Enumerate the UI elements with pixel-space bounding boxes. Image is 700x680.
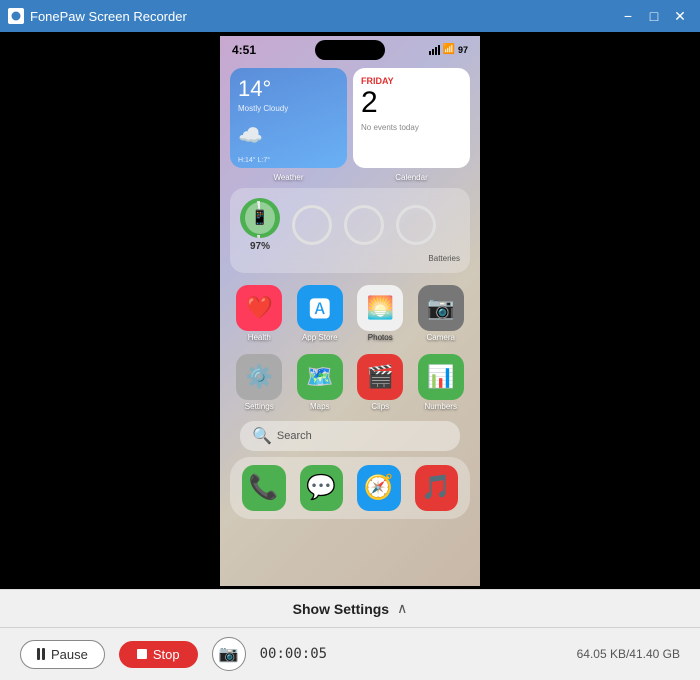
stop-button[interactable]: Stop [119, 641, 198, 668]
camera-icon: 📷 [418, 285, 464, 331]
health-label: Health [248, 333, 271, 342]
camera-label: Camera [427, 333, 455, 342]
battery-icons-row: 📱 97% [240, 198, 460, 252]
battery-percentage: 97% [250, 241, 270, 252]
dynamic-island [315, 40, 385, 60]
window-controls: − □ ✕ [616, 5, 692, 27]
settings-label: Settings [245, 402, 274, 411]
calendar-widget[interactable]: FRIDAY 2 No events today [353, 68, 470, 168]
pause-label: Pause [51, 647, 88, 662]
screenshot-button[interactable]: 📷 [212, 637, 246, 671]
phone-screen: 4:51 📶 97 14° Mostly Cloudy [220, 36, 480, 586]
battery-item-4 [396, 205, 436, 245]
status-time: 4:51 [232, 43, 256, 57]
main-content: 4:51 📶 97 14° Mostly Cloudy [0, 32, 700, 680]
status-right: 📶 97 [429, 44, 468, 55]
signal-bars-icon [429, 45, 440, 55]
app-item-settings[interactable]: ⚙️ Settings [232, 354, 287, 411]
numbers-label: Numbers [425, 402, 457, 411]
chevron-up-icon: ∧ [397, 600, 407, 617]
battery-status: 97 [458, 45, 468, 55]
app-grid-row1: ❤️ Health 🅰 App Store 🌅 Photos 📷 Camera [220, 279, 480, 348]
app-item-health[interactable]: ❤️ Health [232, 285, 287, 342]
controls-bar: Pause Stop 📷 00:00:05 64.05 KB/41.40 GB [0, 628, 700, 680]
maps-icon: 🗺️ [297, 354, 343, 400]
status-bar: 4:51 📶 97 [220, 36, 480, 64]
calendar-date: 2 [361, 86, 462, 119]
weather-widget-label: Weather [230, 173, 347, 182]
stop-label: Stop [153, 647, 180, 662]
appstore-label: App Store [302, 333, 338, 342]
pause-button[interactable]: Pause [20, 640, 105, 669]
maximize-button[interactable]: □ [642, 5, 666, 27]
weather-widget[interactable]: 14° Mostly Cloudy ☁️ H:14° L:7° [230, 68, 347, 168]
battery-circle-inner: 📱 [245, 202, 275, 234]
maps-label: Maps [310, 402, 330, 411]
weather-range: H:14° L:7° [238, 157, 270, 164]
battery-circle-empty-4 [396, 205, 436, 245]
widgets-row: 14° Mostly Cloudy ☁️ H:14° L:7° FRIDAY 2… [220, 64, 480, 172]
battery-item-3 [344, 205, 384, 245]
calendar-events: No events today [361, 123, 462, 132]
minimize-button[interactable]: − [616, 5, 640, 27]
dock: 📞 💬 🧭 🎵 [230, 457, 470, 519]
window-title: FonePaw Screen Recorder [30, 9, 187, 24]
pause-icon [37, 648, 45, 660]
photos-label: Photos [368, 333, 393, 342]
clips-icon: 🎬 [357, 354, 403, 400]
calendar-day: FRIDAY [361, 76, 462, 86]
dock-safari-icon[interactable]: 🧭 [357, 465, 401, 511]
app-icon [8, 8, 24, 24]
clips-label: Clips [371, 402, 389, 411]
app-item-maps[interactable]: 🗺️ Maps [293, 354, 348, 411]
battery-circle-active: 📱 [240, 198, 280, 238]
title-bar: FonePaw Screen Recorder − □ ✕ [0, 0, 700, 32]
battery-item-phone: 📱 97% [240, 198, 280, 252]
appstore-icon: 🅰 [297, 285, 343, 331]
weather-temp: 14° [238, 76, 339, 102]
search-text: Search [277, 430, 312, 442]
dock-music-icon[interactable]: 🎵 [415, 465, 459, 511]
battery-widget: 📱 97% Batteries [230, 188, 470, 273]
battery-widget-label: Batteries [240, 254, 460, 263]
bottom-panel: Show Settings ∧ Pause Stop 📷 00:00:05 64… [0, 589, 700, 680]
search-icon: 🔍 [252, 426, 272, 446]
dock-phone-icon[interactable]: 📞 [242, 465, 286, 511]
app-item-photos[interactable]: 🌅 Photos [353, 285, 408, 342]
battery-circle-empty-3 [344, 205, 384, 245]
phone-screen-container: 4:51 📶 97 14° Mostly Cloudy [0, 32, 700, 589]
app-grid-row2: ⚙️ Settings 🗺️ Maps 🎬 Clips 📊 Numbers [220, 348, 480, 417]
app-item-numbers[interactable]: 📊 Numbers [414, 354, 469, 411]
numbers-icon: 📊 [418, 354, 464, 400]
widget-labels: Weather Calendar [220, 173, 480, 182]
search-bar[interactable]: 🔍 Search [240, 421, 460, 451]
wifi-icon: 📶 [443, 44, 455, 55]
calendar-widget-label: Calendar [353, 173, 470, 182]
weather-desc: Mostly Cloudy [238, 104, 339, 113]
app-item-clips[interactable]: 🎬 Clips [353, 354, 408, 411]
close-button[interactable]: ✕ [668, 5, 692, 27]
battery-circle-empty-2 [292, 205, 332, 245]
app-item-camera[interactable]: 📷 Camera [414, 285, 469, 342]
battery-item-2 [292, 205, 332, 245]
title-bar-left: FonePaw Screen Recorder [8, 8, 187, 24]
timer: 00:00:05 [260, 646, 327, 662]
settings-icon: ⚙️ [236, 354, 282, 400]
weather-cloud-icon: ☁️ [238, 123, 263, 148]
health-icon: ❤️ [236, 285, 282, 331]
app-item-appstore[interactable]: 🅰 App Store [293, 285, 348, 342]
dock-messages-icon[interactable]: 💬 [300, 465, 344, 511]
show-settings-label: Show Settings [293, 601, 389, 617]
photos-icon: 🌅 [357, 285, 403, 331]
stop-icon [137, 649, 147, 659]
camera-screenshot-icon: 📷 [219, 644, 239, 664]
storage-info: 64.05 KB/41.40 GB [577, 647, 680, 661]
show-settings-bar[interactable]: Show Settings ∧ [0, 590, 700, 628]
